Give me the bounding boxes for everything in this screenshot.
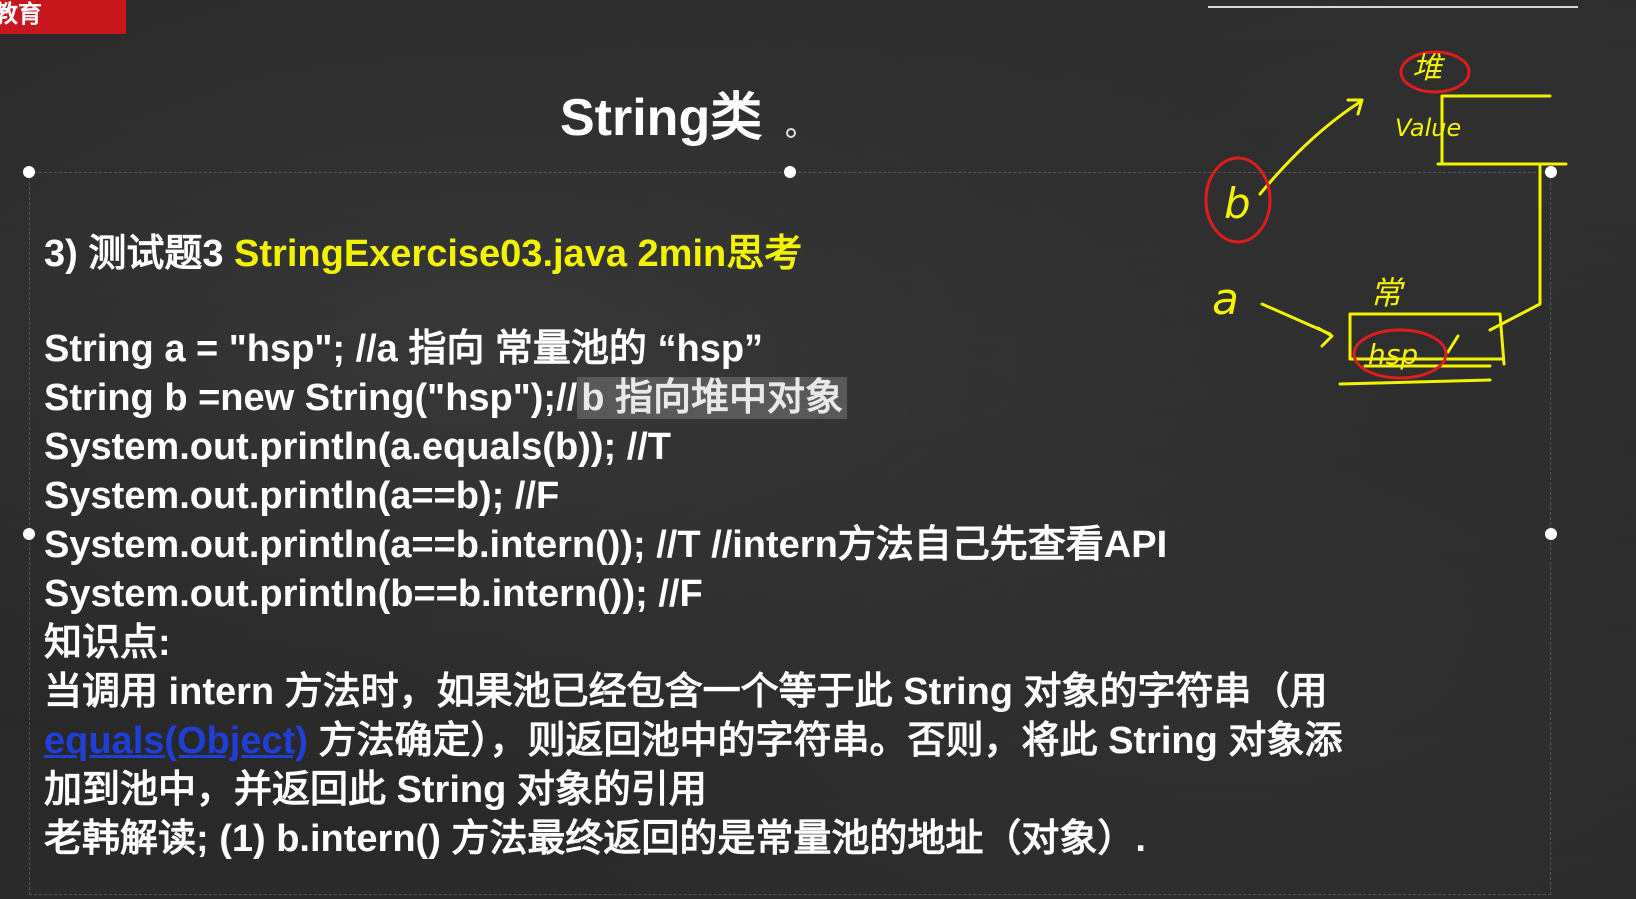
code-line-4: System.out.println(a==b); //F (44, 475, 560, 517)
heap-label: 堆 (1412, 51, 1446, 86)
exercise-heading-file: StringExercise03.java 2min思考 (234, 233, 803, 275)
var-b-label: b (1224, 179, 1251, 228)
code-line-2: String b =new String("hsp");//b 指向堆中对象 (44, 374, 1342, 423)
code-line-1: String a = "hsp"; //a 指向 常量池的 “hsp” (44, 328, 764, 370)
resize-handle-top-left[interactable] (23, 166, 35, 178)
knowledge-paragraph-2-rest: 方法确定），则返回池中的字符串。否则，将此 String 对象添 (307, 720, 1343, 762)
exercise-heading-prefix: 3) 测试题3 (44, 233, 235, 275)
pool-value: hsp (1368, 338, 1418, 371)
heap-to-pool-line (1488, 164, 1542, 332)
a-arrow (1260, 302, 1334, 348)
slide-body[interactable]: 3) 测试题3 StringExercise03.java 2min思考 Str… (44, 230, 1342, 864)
cursor-icon (786, 128, 796, 138)
code-line-2-main: String b =new String("hsp");// (44, 377, 578, 419)
b-arrow (1258, 98, 1364, 196)
code-line-6: System.out.println(b==b.intern()); //F (44, 573, 703, 615)
knowledge-label: 知识点: (44, 622, 171, 664)
pool-box (1338, 312, 1506, 386)
knowledge-paragraph-3: 加到池中，并返回此 String 对象的引用 (44, 769, 707, 811)
knowledge-paragraph-1: 当调用 intern 方法时，如果池已经包含一个等于此 String 对象的字符… (44, 671, 1328, 713)
knowledge-paragraph-4: 老韩解读; (1) b.intern() 方法最终返回的是常量池的地址（对象）. (44, 818, 1146, 860)
resize-handle-middle-left[interactable] (23, 528, 35, 540)
var-a-label: a (1212, 274, 1239, 325)
code-line-5: System.out.println(a==b.intern()); //T /… (44, 524, 1168, 566)
resize-handle-middle-right[interactable] (1545, 528, 1557, 540)
top-divider (1208, 6, 1578, 8)
value-pointer (1446, 334, 1460, 354)
brand-logo: 教育 (0, 0, 126, 34)
brand-logo-text: 教育 (0, 0, 42, 28)
knowledge-paragraph-2: equals(Object) 方法确定），则返回池中的字符串。否则，将此 Str… (44, 717, 1342, 766)
exercise-heading: 3) 测试题3 StringExercise03.java 2min思考 (44, 230, 1342, 279)
code-line-2-highlight: b 指向堆中对象 (577, 377, 847, 419)
code-line-3: System.out.println(a.equals(b)); //T (44, 426, 672, 468)
slide-title: String类 (560, 89, 763, 147)
value-label: Value (1395, 114, 1461, 142)
equals-object-link[interactable]: equals(Object) (44, 720, 308, 762)
pool-label: 常 (1370, 274, 1405, 312)
handwritten-memory-diagram: 堆 Value b a 常 hsp (1204, 50, 1568, 386)
resize-handle-top-middle[interactable] (784, 166, 796, 178)
